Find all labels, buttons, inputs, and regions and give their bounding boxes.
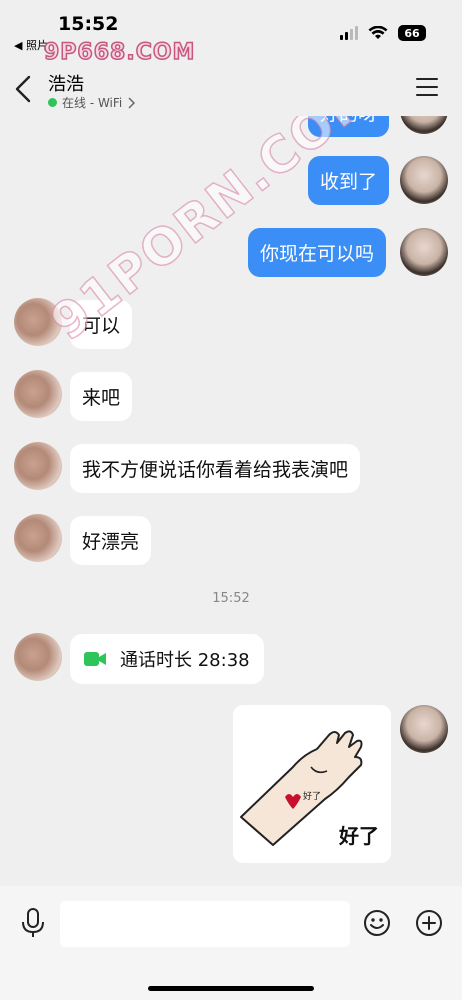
chevron-right-icon [128, 96, 136, 109]
battery-indicator: 66 [398, 25, 426, 41]
avatar[interactable] [14, 633, 62, 681]
status-time: 15:52 [58, 13, 119, 35]
message-input[interactable] [60, 901, 350, 947]
message-outgoing[interactable]: 好的呀 [308, 116, 390, 137]
avatar[interactable] [14, 370, 62, 418]
smiley-icon[interactable] [363, 909, 391, 937]
message-incoming[interactable]: 好漂亮 [70, 516, 152, 565]
wifi-icon [368, 26, 388, 39]
input-bar [0, 886, 462, 1000]
plus-circle-icon[interactable] [415, 909, 443, 937]
online-indicator [48, 98, 57, 107]
message-outgoing[interactable]: 你现在可以吗 [248, 228, 387, 277]
video-camera-icon [84, 652, 106, 666]
home-indicator[interactable] [148, 986, 314, 991]
presence-text: 在线 - WiFi [62, 96, 123, 110]
message-incoming[interactable]: 可以 [70, 300, 133, 349]
chat-header: 浩浩 在线 - WiFi [0, 60, 462, 116]
call-record-message[interactable]: 通话时长 28:38 [70, 634, 264, 684]
message-incoming[interactable]: 来吧 [70, 372, 133, 421]
sticker-message[interactable]: 好了 好了 [233, 705, 391, 863]
chevron-left-icon[interactable] [12, 74, 36, 104]
message-incoming[interactable]: 我不方便说话你看着给我表演吧 [70, 444, 361, 493]
message-outgoing[interactable]: 收到了 [308, 156, 390, 205]
menu-icon[interactable] [416, 78, 438, 96]
message-list[interactable]: 好的呀 收到了 你现在可以吗 可以 来吧 我不方便说话你看着给我表演吧 好漂亮 … [0, 116, 462, 886]
avatar[interactable] [14, 514, 62, 562]
microphone-icon[interactable] [20, 908, 46, 938]
message-timestamp: 15:52 [212, 591, 250, 606]
avatar[interactable] [400, 156, 448, 204]
status-indicators: 66 [340, 25, 426, 41]
back-to-app-link[interactable]: ◀ 照片 [14, 37, 48, 53]
call-duration-text: 通话时长 28:38 [120, 650, 250, 671]
presence-status[interactable]: 在线 - WiFi [48, 94, 136, 111]
signal-icon [340, 26, 358, 40]
avatar[interactable] [400, 116, 448, 134]
sticker-caption: 好了 [339, 824, 379, 848]
avatar[interactable] [400, 705, 448, 753]
avatar[interactable] [14, 298, 62, 346]
sticker-tag-text: 好了 [303, 790, 321, 802]
avatar[interactable] [400, 228, 448, 276]
contact-name[interactable]: 浩浩 [48, 70, 84, 96]
avatar[interactable] [14, 442, 62, 490]
